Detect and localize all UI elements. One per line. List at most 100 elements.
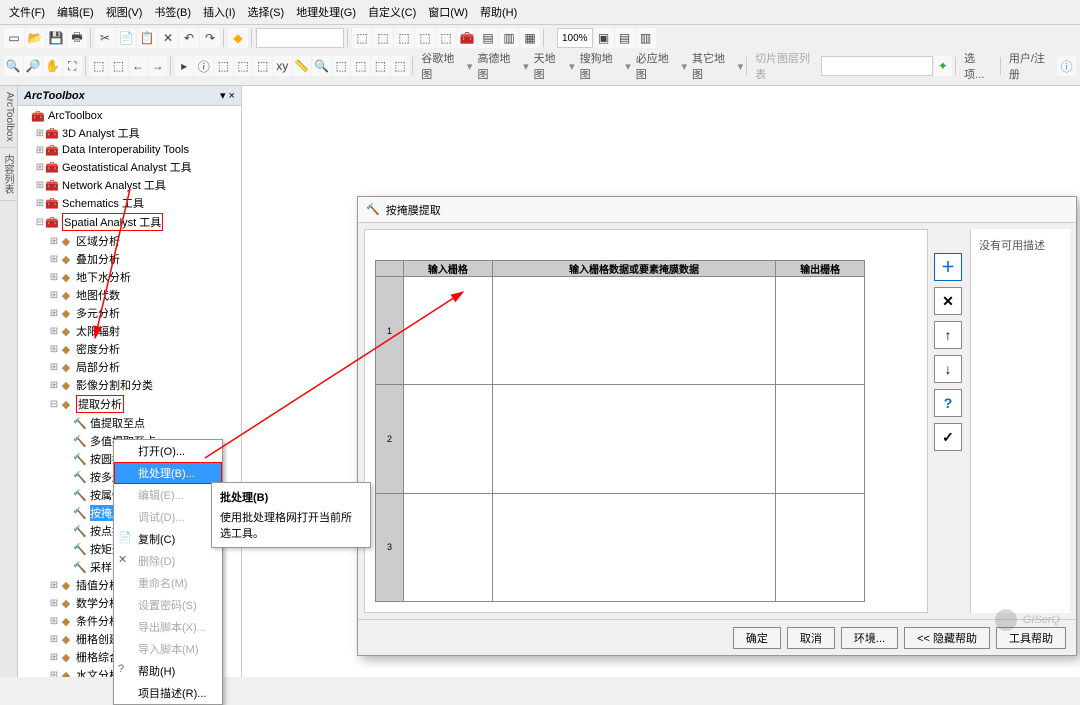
- map-sogou[interactable]: 搜狗地图: [576, 50, 625, 82]
- ctx-item[interactable]: 打开(O)...: [114, 440, 222, 462]
- cell[interactable]: [776, 385, 865, 493]
- check-button[interactable]: ✓: [934, 423, 962, 451]
- misc-icon[interactable]: ⬚: [415, 28, 435, 48]
- copy-icon[interactable]: 📄: [116, 28, 136, 48]
- pan-icon[interactable]: ✋: [43, 56, 62, 76]
- cell[interactable]: [776, 493, 865, 601]
- tree-node[interactable]: ⊞🧰Data Interoperability Tools: [18, 142, 241, 158]
- tree-node[interactable]: ⊞◆区域分析: [18, 232, 241, 250]
- find-icon[interactable]: 🔍: [312, 56, 331, 76]
- tree-node[interactable]: ⊟🧰Spatial Analyst 工具: [18, 212, 241, 232]
- menu-bookmark[interactable]: 书签(B): [149, 2, 196, 22]
- expand-icon[interactable]: ⊞: [49, 290, 59, 301]
- full-extent-icon[interactable]: ⛶: [63, 56, 82, 76]
- expand-icon[interactable]: ⊟: [35, 217, 45, 228]
- tree-node[interactable]: ⊞🧰Schematics 工具: [18, 194, 241, 212]
- misc-icon[interactable]: ⬚: [109, 56, 128, 76]
- expand-icon[interactable]: ⊞: [49, 670, 59, 678]
- table-row[interactable]: 1: [376, 277, 865, 385]
- row-header[interactable]: 2: [376, 385, 404, 493]
- tree-node[interactable]: ⊞◆局部分析: [18, 358, 241, 376]
- menu-insert[interactable]: 插入(I): [198, 2, 240, 22]
- expand-icon[interactable]: ⊞: [49, 308, 59, 319]
- tree-node[interactable]: ⊞◆叠加分析: [18, 250, 241, 268]
- pin-icon[interactable]: ▾ ×: [220, 90, 235, 102]
- misc-icon[interactable]: ⬚: [214, 56, 233, 76]
- expand-icon[interactable]: ⊞: [49, 362, 59, 373]
- misc-icon[interactable]: ⬚: [351, 56, 370, 76]
- identify-icon[interactable]: ⓘ: [194, 56, 213, 76]
- expand-icon[interactable]: ⊞: [49, 580, 59, 591]
- cell[interactable]: [404, 385, 493, 493]
- tree-node[interactable]: 🧰ArcToolbox: [18, 108, 241, 124]
- menu-geoprocessing[interactable]: 地理处理(G): [291, 2, 361, 22]
- cancel-button[interactable]: 取消: [787, 627, 835, 649]
- help-button[interactable]: ?: [934, 389, 962, 417]
- zoom-in-icon[interactable]: 🔍: [4, 56, 23, 76]
- map-tianditu[interactable]: 天地图: [530, 50, 568, 82]
- move-down-button[interactable]: ↓: [934, 355, 962, 383]
- open-icon[interactable]: 📂: [25, 28, 45, 48]
- cell[interactable]: [492, 493, 776, 601]
- layer-combo[interactable]: [821, 56, 933, 76]
- misc-icon[interactable]: ⬚: [394, 28, 414, 48]
- save-icon[interactable]: 💾: [46, 28, 66, 48]
- cell[interactable]: [404, 277, 493, 385]
- expand-icon[interactable]: ⊞: [35, 128, 45, 139]
- expand-icon[interactable]: ⊞: [49, 598, 59, 609]
- expand-icon[interactable]: ⊞: [35, 198, 45, 209]
- paste-icon[interactable]: 📋: [137, 28, 157, 48]
- forward-icon[interactable]: →: [148, 56, 167, 76]
- tree-node[interactable]: ⊞◆密度分析: [18, 340, 241, 358]
- menu-select[interactable]: 选择(S): [242, 2, 289, 22]
- tree-node[interactable]: ⊞◆地下水分析: [18, 268, 241, 286]
- map-bing[interactable]: 必应地图: [632, 50, 681, 82]
- scale-combo[interactable]: [256, 28, 344, 48]
- expand-icon[interactable]: ⊞: [35, 180, 45, 191]
- tree-node[interactable]: ⊞◆太阳辐射: [18, 322, 241, 340]
- expand-icon[interactable]: ⊞: [49, 272, 59, 283]
- tree-node[interactable]: ⊞◆地图代数: [18, 286, 241, 304]
- tree-node[interactable]: ⊟◆提取分析: [18, 394, 241, 414]
- delete-icon[interactable]: ✕: [158, 28, 178, 48]
- login-link[interactable]: 用户/注册: [1005, 50, 1056, 82]
- menu-edit[interactable]: 编辑(E): [52, 2, 99, 22]
- menu-file[interactable]: 文件(F): [4, 2, 50, 22]
- back-icon[interactable]: ←: [129, 56, 148, 76]
- remove-row-button[interactable]: ✕: [934, 287, 962, 315]
- menu-view[interactable]: 视图(V): [101, 2, 148, 22]
- misc-icon[interactable]: ⬚: [373, 28, 393, 48]
- python-icon[interactable]: ▤: [478, 28, 498, 48]
- misc-icon[interactable]: ⬚: [352, 28, 372, 48]
- tree-node[interactable]: ⊞🧰Geostatistical Analyst 工具: [18, 158, 241, 176]
- expand-icon[interactable]: ⊞: [35, 162, 45, 173]
- select-icon[interactable]: ▸: [175, 56, 194, 76]
- tree-node[interactable]: 🔨值提取至点: [18, 414, 241, 432]
- ctx-item[interactable]: 项目描述(R)...: [114, 682, 222, 704]
- menu-window[interactable]: 窗口(W): [423, 2, 473, 22]
- tree-node[interactable]: ⊞🧰3D Analyst 工具: [18, 124, 241, 142]
- info-icon[interactable]: ⓘ: [1057, 56, 1076, 76]
- misc-icon[interactable]: ⬚: [89, 56, 108, 76]
- ctx-item[interactable]: 批处理(B)...: [114, 462, 222, 484]
- move-up-button[interactable]: ↑: [934, 321, 962, 349]
- col-input-raster[interactable]: 输入栅格: [404, 261, 493, 277]
- tree-node[interactable]: ⊞◆多元分析: [18, 304, 241, 322]
- misc-icon[interactable]: ▥: [499, 28, 519, 48]
- measure-icon[interactable]: 📏: [293, 56, 312, 76]
- misc-icon[interactable]: ⬚: [234, 56, 253, 76]
- tree-node[interactable]: ⊞◆影像分割和分类: [18, 376, 241, 394]
- menu-customize[interactable]: 自定义(C): [363, 2, 421, 22]
- expand-icon[interactable]: ⊟: [49, 399, 59, 410]
- options-link[interactable]: 选项...: [960, 50, 997, 82]
- misc-icon[interactable]: ✦: [934, 56, 953, 76]
- misc-icon[interactable]: ⬚: [332, 56, 351, 76]
- cell[interactable]: [404, 493, 493, 601]
- undo-icon[interactable]: ↶: [179, 28, 199, 48]
- col-output[interactable]: 输出栅格: [776, 261, 865, 277]
- ok-button[interactable]: 确定: [733, 627, 781, 649]
- zoom-combo[interactable]: 100%: [557, 28, 593, 48]
- dialog-titlebar[interactable]: 🔨 按掩膜提取: [358, 197, 1076, 223]
- misc-icon[interactable]: ▣: [594, 28, 614, 48]
- batch-table[interactable]: 输入栅格 输入栅格数据或要素掩膜数据 输出栅格 123: [375, 260, 865, 602]
